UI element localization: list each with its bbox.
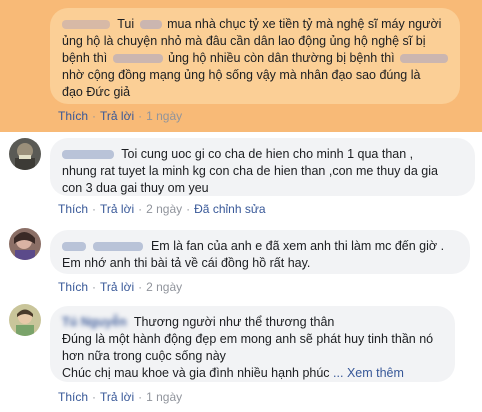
like-link[interactable]: Thích [58, 109, 88, 123]
comment-text: mua nhà chục tỷ xe tiền tỷ mà nghệ sĩ má… [167, 17, 442, 31]
comment-text: Em nhớ anh thi bài tả về cái đồng hồ rất… [62, 256, 311, 270]
comment-4: Tú Nguyễn Thương người như thể thương th… [0, 300, 482, 412]
comment-actions: Thích · Trả lời · 2 ngày · Đã chỉnh sửa [58, 202, 266, 216]
reply-link[interactable]: Trả lời [100, 390, 134, 404]
comment-bubble: Toi cung uoc gi co cha de hien cho minh … [50, 138, 475, 196]
comment-1: Tui mua nhà chục tỷ xe tiền tỷ mà nghệ s… [0, 0, 482, 132]
timestamp[interactable]: 2 ngày [146, 280, 182, 294]
blurred-name [139, 20, 162, 30]
comment-text: ủng hộ nhiều còn dân thường bị bệnh thì [168, 51, 395, 65]
blurred-username[interactable] [93, 242, 144, 252]
avatar-image-icon [9, 138, 41, 170]
avatar[interactable] [9, 138, 41, 170]
blurred-username[interactable] [62, 242, 86, 252]
comment-actions: Thích · Trả lời · 2 ngày [58, 280, 183, 294]
comment-text: bệnh thì [62, 51, 108, 65]
like-link[interactable]: Thích [58, 390, 88, 404]
comment-line: Em là fan của anh e đã xem anh thi làm m… [62, 238, 458, 255]
reply-link[interactable]: Trả lời [100, 109, 134, 123]
blurred-name [400, 54, 449, 64]
comment-text: ủng hộ là chuyện nhỏ mà đâu cần dân lao … [62, 34, 426, 48]
edited-link[interactable]: Đã chỉnh sửa [194, 202, 265, 216]
blurred-name [112, 54, 163, 64]
avatar[interactable] [9, 228, 41, 260]
comment-line: Toi cung uoc gi co cha de hien cho minh … [62, 146, 463, 163]
comment-line: bệnh thì ủng hộ nhiều còn dân thường bị … [62, 50, 449, 67]
like-link[interactable]: Thích [58, 202, 88, 216]
blurred-username[interactable] [62, 20, 110, 30]
blurred-username[interactable] [62, 150, 114, 160]
comment-line: Chúc chị mau khoe và gia đình nhiều hạnh… [62, 365, 443, 382]
avatar-image-icon [9, 304, 41, 336]
timestamp[interactable]: 1 ngày [146, 390, 182, 404]
reply-link[interactable]: Trả lời [100, 280, 134, 294]
comment-text: nhung rat tuyet la minh kg con cha de hi… [62, 164, 438, 178]
comment-text: Thương người như thể thương thân [133, 315, 335, 329]
comment-text: nhờ cộng đồng mạng ủng hộ sống vậy mà nh… [62, 68, 421, 82]
comment-text: Em là fan của anh e đã xem anh thi làm m… [150, 239, 445, 253]
comment-actions: Thích · Trả lời · 1 ngày [58, 390, 183, 404]
comment-3: Em là fan của anh e đã xem anh thi làm m… [0, 222, 482, 300]
timestamp[interactable]: 1 ngày [146, 109, 182, 123]
comment-bubble: Em là fan của anh e đã xem anh thi làm m… [50, 230, 470, 274]
comment-text: Toi cung uoc gi co cha de hien cho minh … [121, 147, 414, 161]
comment-2: Toi cung uoc gi co cha de hien cho minh … [0, 132, 482, 222]
see-more-link[interactable]: ... Xem thêm [333, 366, 404, 380]
comment-line: Tú Nguyễn Thương người như thể thương th… [62, 314, 443, 331]
comment-text: Đúng là một hành động đẹp em mong anh sẽ… [62, 332, 434, 347]
comment-text: đạo Đức giả [62, 85, 131, 99]
comment-text: Chúc chị mau khoe và gia đình nhiều hạnh… [62, 366, 330, 381]
comment-actions: Thích · Trả lời · 1 ngày [58, 109, 183, 123]
commenter-name[interactable]: Tú Nguyễn [62, 314, 127, 331]
like-link[interactable]: Thích [58, 280, 88, 294]
timestamp[interactable]: 2 ngày [146, 202, 182, 216]
comment-bubble: Tú Nguyễn Thương người như thể thương th… [50, 306, 455, 382]
avatar[interactable] [9, 304, 41, 336]
reply-link[interactable]: Trả lời [100, 202, 134, 216]
comment-line: Tui mua nhà chục tỷ xe tiền tỷ mà nghệ s… [62, 16, 448, 33]
comment-text: Tui [117, 17, 135, 31]
comment-bubble: Tui mua nhà chục tỷ xe tiền tỷ mà nghệ s… [50, 8, 460, 104]
comment-text: con 3 dua gai thuy om yeu [62, 181, 209, 195]
comment-text: hơn nữa trong cuộc sống này [62, 349, 226, 364]
avatar-image-icon [9, 228, 41, 260]
